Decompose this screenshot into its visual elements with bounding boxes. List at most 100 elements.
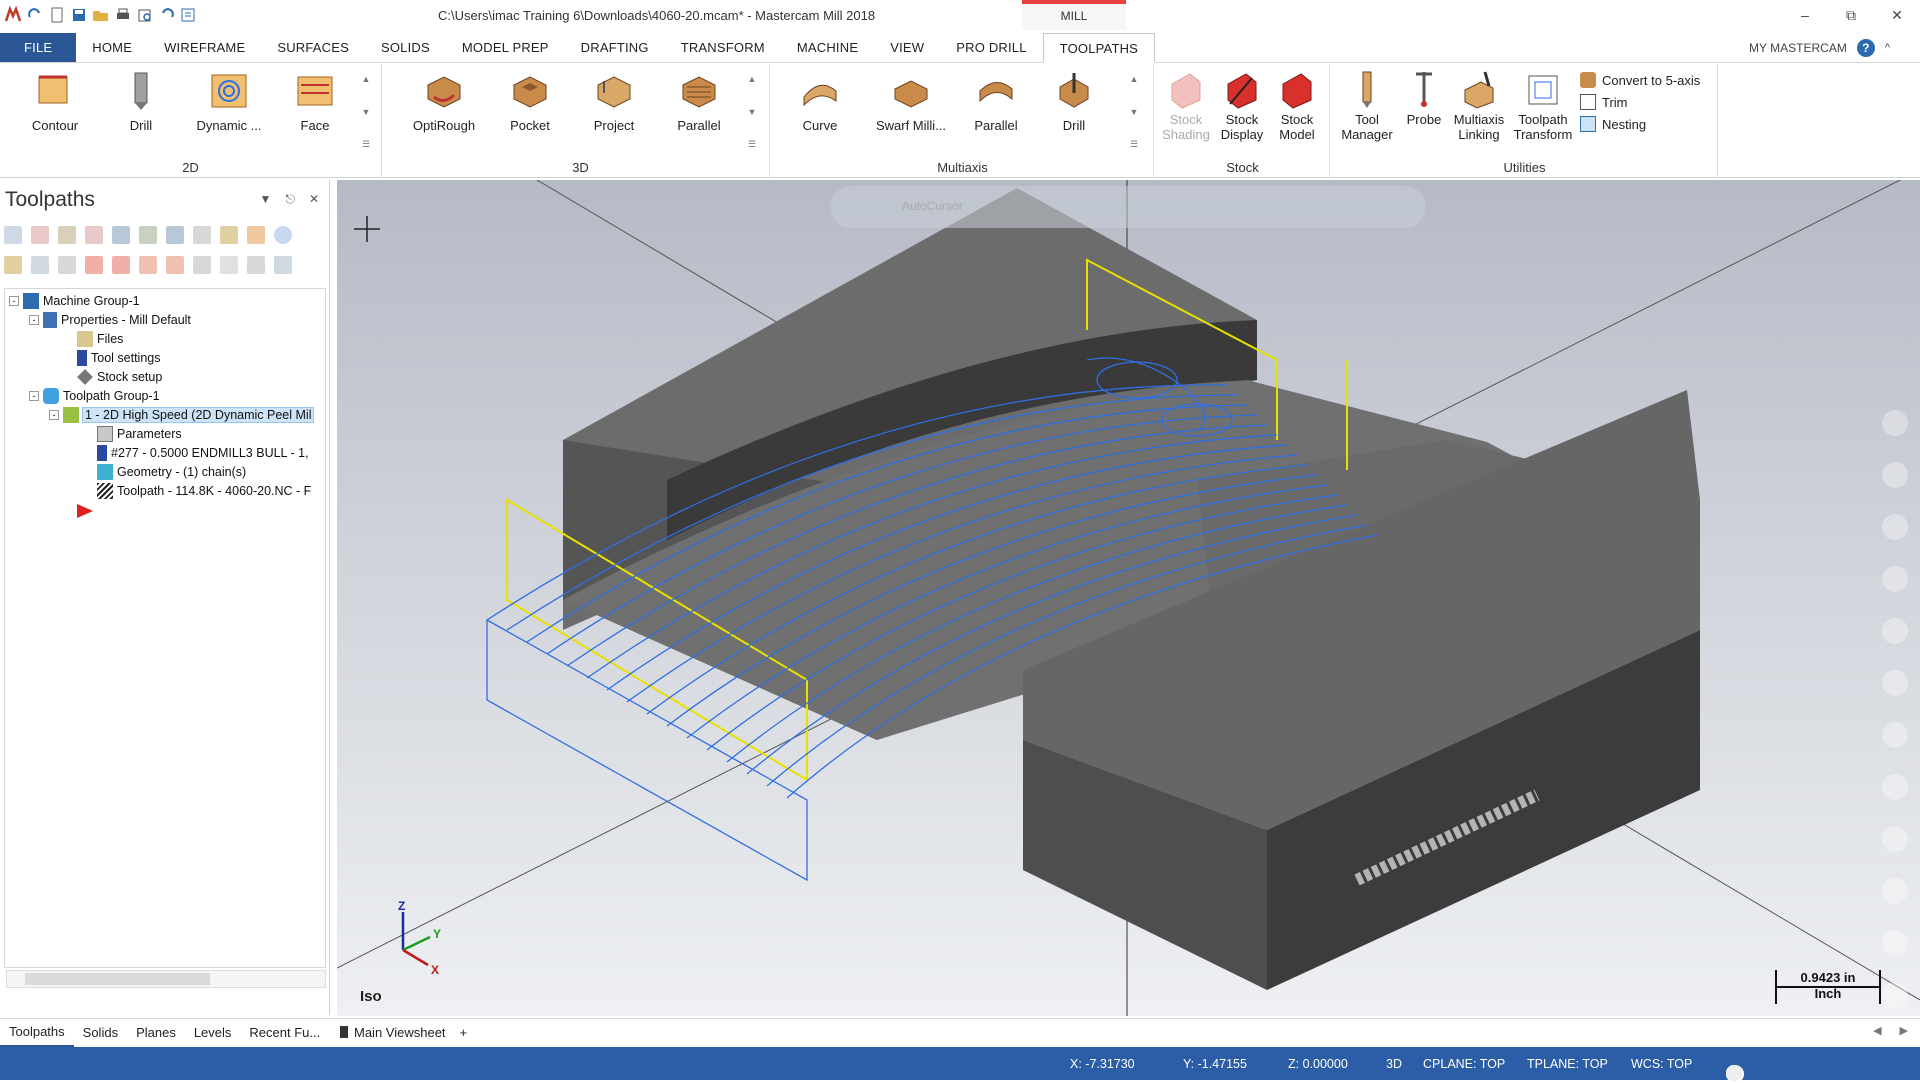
tab-recent-functions-panel[interactable]: Recent Fu... — [240, 1019, 329, 1047]
curve-button[interactable]: Curve — [790, 70, 850, 133]
new-file-icon[interactable] — [48, 6, 66, 24]
drill-button[interactable]: Drill — [116, 70, 166, 133]
show-selected-icon[interactable] — [193, 256, 211, 274]
select-toolpaths-icon[interactable] — [58, 226, 76, 244]
insert-arrow-icon[interactable] — [139, 256, 157, 274]
pin-icon[interactable]: ⎋ — [285, 192, 295, 207]
tab-model-prep[interactable]: MODEL PREP — [446, 33, 565, 62]
help-panel-icon[interactable] — [274, 226, 292, 244]
gallery-scroll-3d[interactable]: ▲ ▼ ☰ — [746, 74, 758, 150]
collapse-ribbon-icon[interactable]: ^ — [1885, 42, 1890, 54]
verify-icon[interactable] — [193, 226, 211, 244]
rotate-icon[interactable] — [1882, 514, 1908, 540]
cplane-status[interactable]: CPLANE: TOP — [1423, 1057, 1505, 1071]
tree-node-tool-settings[interactable]: Tool settings — [77, 350, 160, 366]
tree-node-machine-group[interactable]: - Machine Group-1 — [9, 293, 140, 309]
regenerate-dirty-icon[interactable] — [139, 226, 157, 244]
collapse-toggle-icon[interactable]: - — [29, 391, 39, 401]
contour-button[interactable]: Contour — [26, 70, 84, 133]
toggle-display-icon[interactable] — [31, 256, 49, 274]
tree-node-parameters[interactable]: Parameters — [97, 426, 182, 442]
scroll-insert-arrow-icon[interactable] — [166, 256, 184, 274]
move-down-icon[interactable] — [85, 256, 103, 274]
collapse-toggle-icon[interactable]: - — [49, 410, 59, 420]
graphics-viewport[interactable] — [337, 180, 1920, 1016]
stock-model-button[interactable]: Stock Model — [1270, 70, 1324, 142]
pocket-button[interactable]: Pocket — [500, 70, 560, 133]
filter-icon[interactable] — [247, 256, 265, 274]
tree-node-toolpath-group[interactable]: - Toolpath Group-1 — [29, 388, 160, 404]
minimize-icon[interactable]: – — [1782, 0, 1828, 30]
z-coordinate[interactable]: Z: 0.00000 — [1288, 1057, 1348, 1071]
tab-drafting[interactable]: DRAFTING — [565, 33, 665, 62]
delete-toolpaths-icon[interactable] — [85, 226, 103, 244]
simulate-icon[interactable] — [220, 226, 238, 244]
optirough-button[interactable]: OptiRough — [404, 70, 484, 133]
insert-arrow-marker[interactable] — [75, 502, 95, 520]
toggle-posting-icon[interactable] — [58, 256, 76, 274]
my-mastercam-label[interactable]: MY MASTERCAM — [1749, 41, 1847, 55]
move-up-icon[interactable] — [112, 256, 130, 274]
view-cube-icon[interactable] — [1882, 826, 1908, 852]
dynamic-button[interactable]: Dynamic ... — [190, 70, 268, 133]
tab-machine[interactable]: MACHINE — [781, 33, 874, 62]
fit-icon[interactable] — [1882, 462, 1908, 488]
print-preview-icon[interactable] — [136, 6, 154, 24]
tab-transform[interactable]: TRANSFORM — [665, 33, 781, 62]
lock-icon[interactable] — [4, 256, 22, 274]
multiaxis-linking-button[interactable]: Multiaxis Linking — [1446, 70, 1512, 142]
tree-node-geometry[interactable]: Geometry - (1) chain(s) — [97, 464, 246, 480]
levels-icon[interactable] — [1882, 930, 1908, 956]
tab-wireframe[interactable]: WIREFRAME — [148, 33, 261, 62]
open-folder-icon[interactable] — [92, 6, 110, 24]
gallery-scroll-2d[interactable]: ▲ ▼ ☰ — [360, 74, 372, 150]
stock-shading-button[interactable]: Stock Shading — [1160, 70, 1212, 142]
save-icon[interactable] — [70, 6, 88, 24]
section-view-icon[interactable] — [1882, 878, 1908, 904]
tree-node-properties[interactable]: - Properties - Mill Default — [29, 312, 191, 328]
tree-node-tool[interactable]: #277 - 0.5000 ENDMILL3 BULL - 1, — [97, 445, 309, 461]
pan-icon[interactable] — [1882, 566, 1908, 592]
tree-node-operation-1[interactable]: - 1 - 2D High Speed (2D Dynamic Peel Mil — [49, 407, 315, 423]
gallery-scroll-multiaxis[interactable]: ▲ ▼ ☰ — [1128, 74, 1140, 150]
backplot-icon[interactable] — [166, 226, 184, 244]
deselect-operations-icon[interactable] — [31, 226, 49, 244]
scroll-right-icon[interactable]: ▶ — [1900, 1024, 1908, 1037]
tab-toolpaths[interactable]: TOOLPATHS — [1042, 33, 1156, 63]
tree-node-toolpath-nc[interactable]: Toolpath - 114.8K - 4060-20.NC - F — [97, 483, 311, 499]
wcs-status[interactable]: WCS: TOP — [1631, 1057, 1692, 1071]
autocursor-label[interactable]: AutoCursor — [902, 199, 963, 213]
stock-display-button[interactable]: Stock Display — [1216, 70, 1268, 142]
tree-node-stock-setup[interactable]: Stock setup — [77, 369, 162, 385]
project-button[interactable]: Project — [584, 70, 644, 133]
show-associated-geometry-icon[interactable] — [220, 256, 238, 274]
analyze-icon[interactable] — [1882, 982, 1908, 1008]
swarf-milling-button[interactable]: Swarf Milli... — [866, 70, 956, 133]
tab-home[interactable]: HOME — [76, 33, 148, 62]
collapse-toggle-icon[interactable]: - — [9, 296, 19, 306]
tab-file[interactable]: FILE — [0, 33, 77, 62]
expand-collapse-icon[interactable] — [274, 256, 292, 274]
post-selected-icon[interactable] — [247, 226, 265, 244]
tab-levels-panel[interactable]: Levels — [185, 1019, 241, 1047]
translucency-icon[interactable] — [1726, 1065, 1742, 1081]
tab-solids-panel[interactable]: Solids — [74, 1019, 127, 1047]
drill-multiaxis-button[interactable]: Drill — [1044, 70, 1104, 133]
regenerate-all-icon[interactable] — [112, 226, 130, 244]
restore-icon[interactable]: ⧉ — [1828, 0, 1874, 30]
help-icon[interactable]: ? — [1856, 39, 1875, 57]
parallel-3d-button[interactable]: Parallel — [669, 70, 729, 133]
probe-button[interactable]: Probe — [1400, 70, 1448, 127]
panel-menu-icon[interactable]: ▼ — [260, 192, 272, 207]
shading-icon[interactable] — [1882, 722, 1908, 748]
customize-qat-icon[interactable] — [180, 6, 198, 24]
trim-button[interactable]: Trim — [1580, 94, 1628, 110]
tree-horizontal-scrollbar[interactable] — [6, 970, 326, 988]
zoom-window-icon[interactable] — [1882, 618, 1908, 644]
scroll-left-icon[interactable]: ◀ — [1873, 1024, 1881, 1037]
toolpath-transform-button[interactable]: Toolpath Transform — [1508, 70, 1578, 142]
zoom-in-icon[interactable] — [1882, 410, 1908, 436]
add-viewsheet-button[interactable]: + — [460, 1025, 468, 1040]
panel-close-icon[interactable]: ✕ — [309, 192, 319, 207]
scrollbar-thumb[interactable] — [25, 973, 210, 985]
